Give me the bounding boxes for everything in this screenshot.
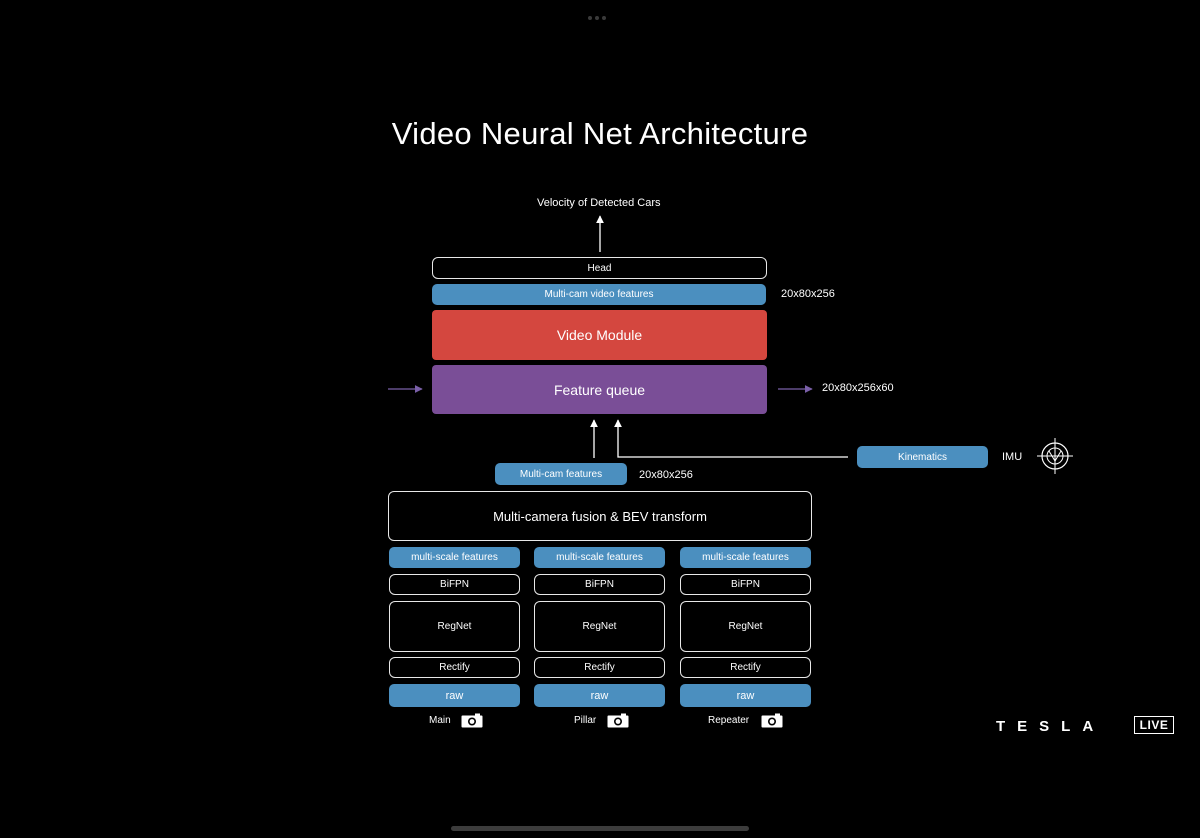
bifpn-block: BiFPN xyxy=(534,574,665,595)
camera-icon xyxy=(461,713,483,728)
feature-queue-block: Feature queue xyxy=(432,365,767,414)
bifpn-block: BiFPN xyxy=(680,574,811,595)
kinematics-block: Kinematics xyxy=(857,446,988,468)
imu-label: IMU xyxy=(1002,451,1023,463)
raw-block: raw xyxy=(389,684,520,707)
rectify-block: Rectify xyxy=(389,657,520,678)
video-module-block: Video Module xyxy=(432,310,767,360)
multicam-video-features-dim: 20x80x256 xyxy=(781,288,835,300)
multicam-video-features-block: Multi-cam video features xyxy=(432,284,766,305)
diagram-connectors xyxy=(388,215,848,458)
home-indicator-bar[interactable] xyxy=(451,826,749,831)
multi-scale-features-block: multi-scale features xyxy=(680,547,811,568)
multi-scale-features-block: multi-scale features xyxy=(534,547,665,568)
multicam-features-dim: 20x80x256 xyxy=(639,469,693,481)
gyroscope-icon xyxy=(1037,438,1073,474)
camera-label-pillar: Pillar xyxy=(574,715,597,726)
regnet-block: RegNet xyxy=(680,601,811,652)
camera-icon xyxy=(761,713,783,728)
camera-label-main: Main xyxy=(429,715,451,726)
raw-block: raw xyxy=(680,684,811,707)
camera-icon xyxy=(607,713,629,728)
head-block: Head xyxy=(432,257,767,279)
kinematics-to-queue-arrow xyxy=(614,419,848,458)
regnet-block: RegNet xyxy=(534,601,665,652)
rectify-block: Rectify xyxy=(680,657,811,678)
feature-queue-dim: 20x80x256x60 xyxy=(822,382,894,394)
bifpn-block: BiFPN xyxy=(389,574,520,595)
fusion-bev-block: Multi-camera fusion & BEV transform xyxy=(388,491,812,541)
raw-block: raw xyxy=(534,684,665,707)
multi-scale-features-block: multi-scale features xyxy=(389,547,520,568)
rectify-block: Rectify xyxy=(534,657,665,678)
multicam-features-block: Multi-cam features xyxy=(495,463,627,485)
camera-label-repeater: Repeater xyxy=(708,715,750,726)
regnet-block: RegNet xyxy=(389,601,520,652)
output-label: Velocity of Detected Cars xyxy=(537,197,661,209)
tesla-logo: TESLA xyxy=(996,718,1106,735)
live-badge: LIVE xyxy=(1134,716,1174,734)
